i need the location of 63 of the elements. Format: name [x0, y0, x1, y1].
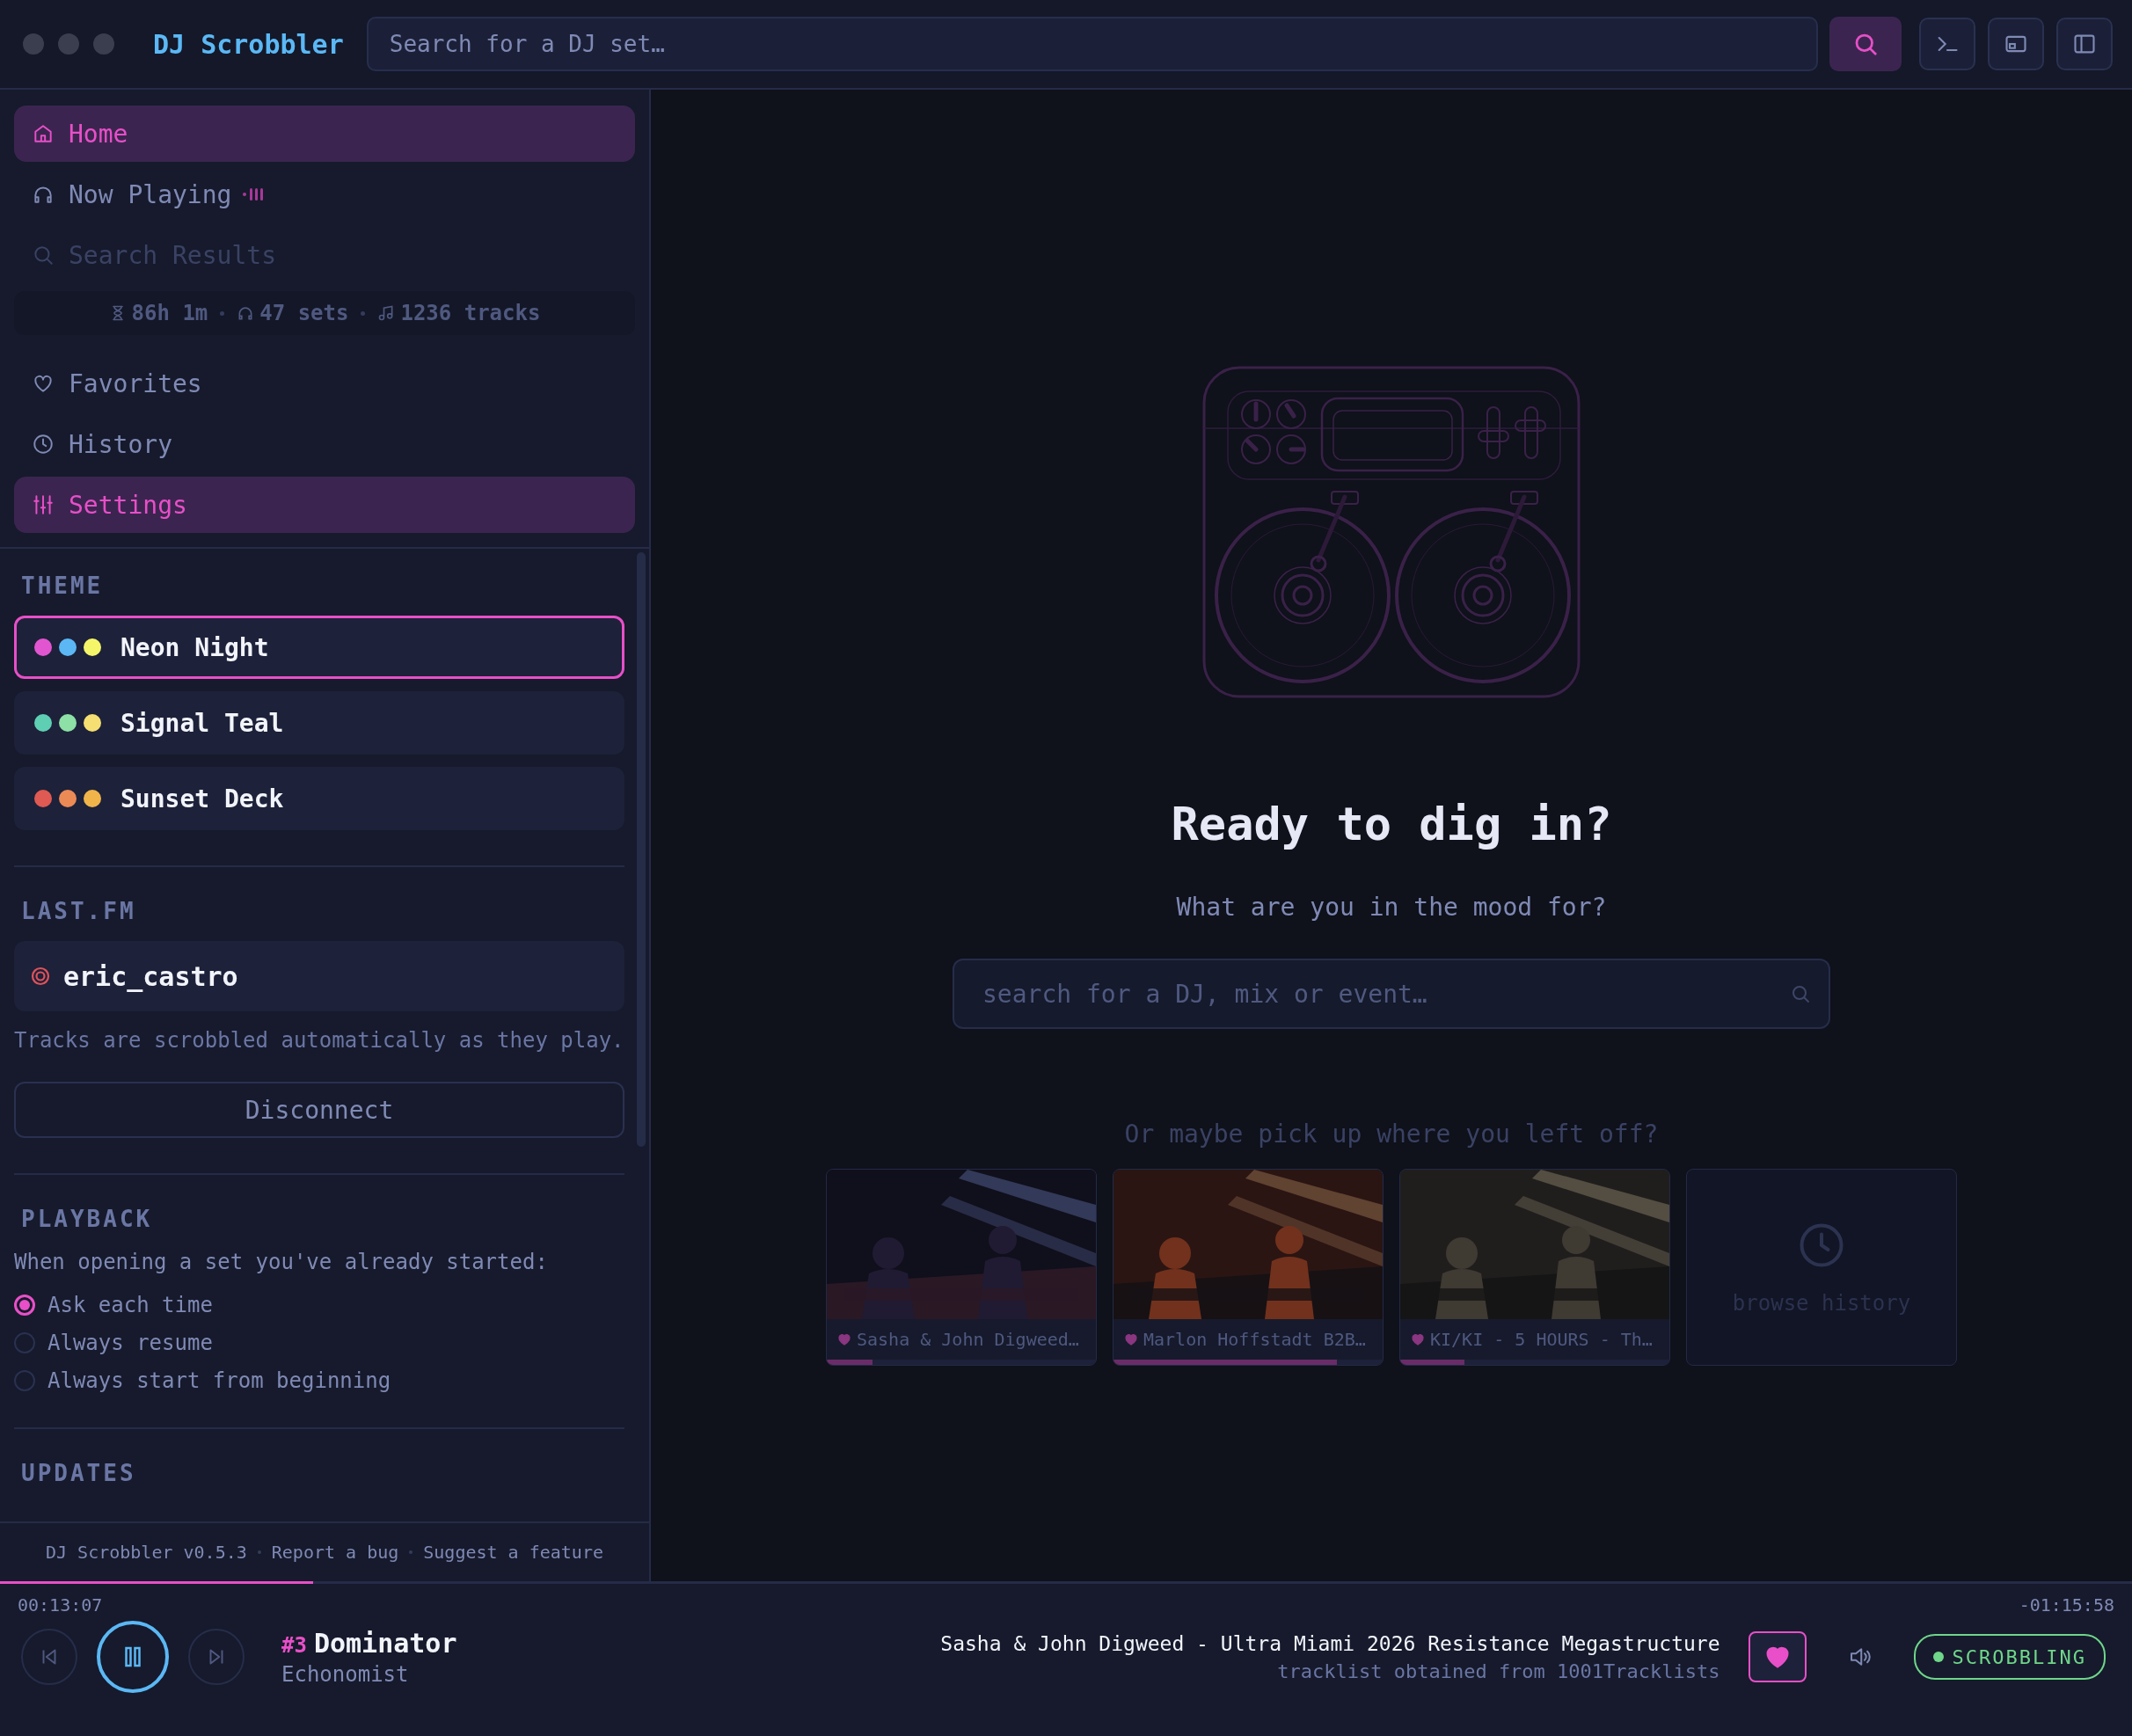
- section-heading: LAST.FM: [21, 897, 137, 925]
- resume-prompt: Or maybe pick up where you left off?: [1124, 1119, 1659, 1150]
- nav-item[interactable]: Now Playing: [14, 166, 635, 222]
- theme-option[interactable]: Signal Teal: [14, 691, 624, 755]
- search-field[interactable]: Search for a DJ set…: [366, 17, 1818, 71]
- music-note-icon: [377, 304, 396, 322]
- radio-option[interactable]: Always start from beginning: [14, 1361, 624, 1399]
- elapsed-time: 00:13:07: [18, 1594, 103, 1616]
- window-control[interactable]: [58, 33, 79, 55]
- app-title: DJ Scrobbler: [153, 28, 344, 60]
- remaining-time: -01:15:58: [2019, 1594, 2114, 1616]
- section-heading: THEME: [21, 572, 105, 600]
- section-heading: UPDATES: [21, 1459, 137, 1487]
- clock-icon: [32, 433, 55, 456]
- version-text: DJ Scrobbler v0.5.3: [46, 1542, 247, 1563]
- username: eric_castro: [63, 960, 238, 992]
- cast-button[interactable]: [1988, 18, 2044, 70]
- stat-text: 86h 1m: [131, 301, 208, 325]
- playback-prompt: When opening a set you've already started:: [14, 1249, 549, 1275]
- track-number: #3: [281, 1632, 307, 1658]
- hero-subheading: What are you in the mood for?: [1176, 892, 1607, 923]
- footer-link[interactable]: Suggest a feature: [423, 1542, 603, 1563]
- pause-button[interactable]: [97, 1621, 169, 1693]
- sidebar-toggle-button[interactable]: [2056, 18, 2113, 70]
- nav-item[interactable]: Favorites: [14, 355, 635, 412]
- search-icon: [32, 244, 55, 266]
- window-control[interactable]: [93, 33, 114, 55]
- stat-text: 47 sets: [259, 301, 349, 325]
- home-icon: [32, 122, 55, 145]
- scrollbar[interactable]: [637, 552, 646, 1147]
- track-title: Dominator: [313, 1627, 457, 1659]
- headphones-icon: [237, 304, 255, 322]
- theme-option[interactable]: Neon Night: [14, 616, 624, 679]
- hero-heading: Ready to dig in?: [1171, 797, 1612, 852]
- tracklist-source: tracklist obtained from 1001Tracklists: [1277, 1659, 1720, 1682]
- search-field[interactable]: search for a DJ, mix or event…: [953, 959, 1830, 1029]
- disconnect-button[interactable]: Disconnect: [14, 1082, 624, 1138]
- scrobble-note: Tracks are scrobbled automatically as they play.: [14, 1027, 624, 1054]
- set-title: Sasha & John Digweed - Ultra Miami 2026 Resistance Megastructure: [940, 1631, 1720, 1655]
- section-heading: PLAYBACK: [21, 1205, 154, 1233]
- sliders-icon: [32, 493, 55, 516]
- scrobbling-status: SCROBBLING: [1913, 1634, 2106, 1680]
- set-title: Marlon Hoffstadt B2B…: [1143, 1329, 1366, 1350]
- nav-item[interactable]: History: [14, 416, 635, 472]
- previous-button[interactable]: [21, 1629, 77, 1685]
- search-icon: [1790, 983, 1811, 1004]
- set-title: KI/KI - 5 HOURS - Th…: [1430, 1329, 1653, 1350]
- track-artist: Echonomist: [281, 1661, 410, 1687]
- playback-progress[interactable]: [0, 1581, 314, 1584]
- search-button[interactable]: [1829, 17, 1902, 71]
- radio-option[interactable]: Ask each time: [14, 1286, 624, 1324]
- like-button[interactable]: [1748, 1631, 1807, 1682]
- next-button[interactable]: [188, 1629, 245, 1685]
- terminal-button[interactable]: [1919, 18, 1975, 70]
- footer-link[interactable]: Report a bug: [271, 1542, 399, 1563]
- lastfm-ring-icon: [30, 966, 51, 987]
- theme-option[interactable]: Sunset Deck: [14, 767, 624, 830]
- set-title: Sasha & John Digweed…: [857, 1329, 1079, 1350]
- nav-item[interactable]: Settings: [14, 477, 635, 533]
- radio-option[interactable]: Always resume: [14, 1324, 624, 1361]
- window-control[interactable]: [23, 33, 44, 55]
- nav-item[interactable]: Home: [14, 106, 635, 162]
- stat-text: 1236 tracks: [400, 301, 541, 325]
